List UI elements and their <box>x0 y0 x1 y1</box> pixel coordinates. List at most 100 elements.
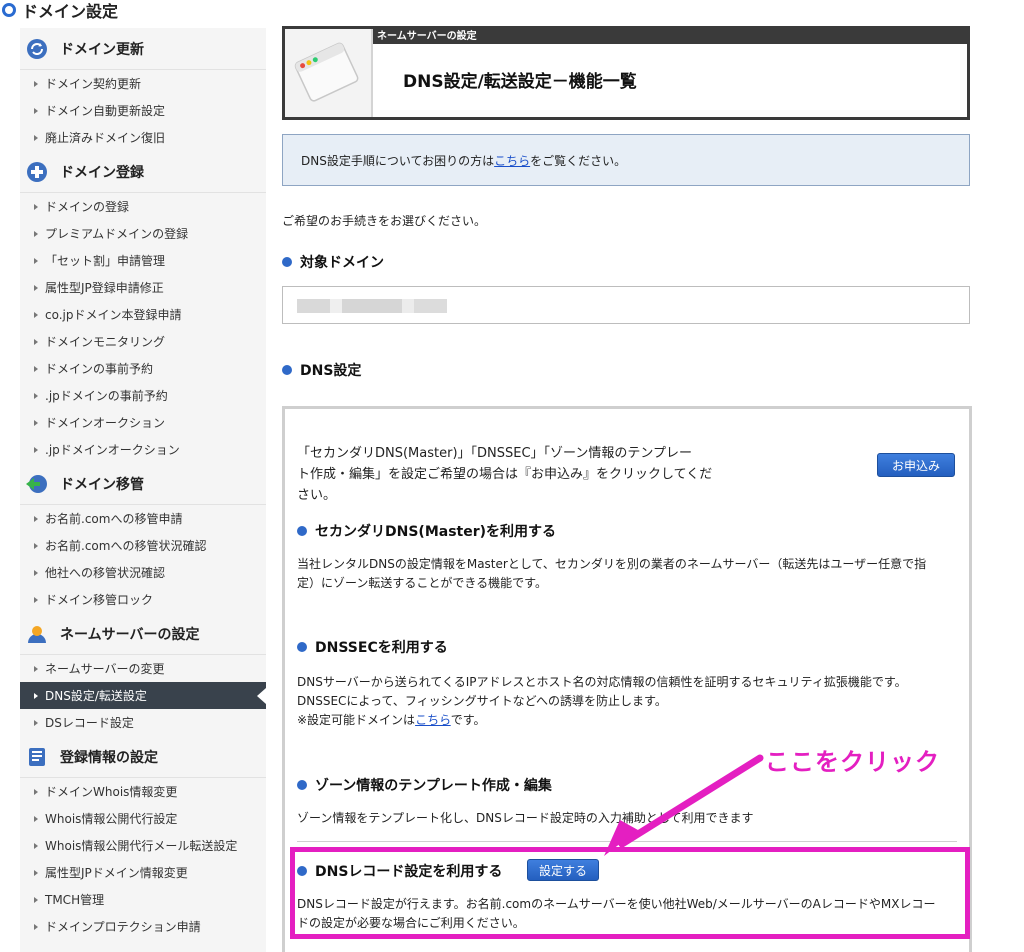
sidebar-item-ds-record[interactable]: DSレコード設定 <box>20 709 266 736</box>
title-box: ネームサーバーの設定 DNS設定/転送設定－機能一覧 <box>282 26 970 120</box>
sidebar-item-whois-change[interactable]: ドメインWhois情報変更 <box>20 778 266 805</box>
tab-label: ネームサーバーの設定 <box>377 31 477 42</box>
sidebar-item-label: ドメイン移管ロック <box>45 593 154 607</box>
sidebar-item-auction[interactable]: ドメインオークション <box>20 409 266 436</box>
sidebar-section-nameserver[interactable]: ネームサーバーの設定 <box>20 613 266 655</box>
dnssec-domains-link[interactable]: こちら <box>415 713 451 727</box>
sidebar-section-renew[interactable]: ドメイン更新 <box>20 28 266 70</box>
triangle-right-icon <box>34 134 38 141</box>
main-title: DNS設定/転送設定－機能一覧 <box>403 72 637 92</box>
sidebar-item-pre-reserve[interactable]: ドメインの事前予約 <box>20 355 266 382</box>
secondary-dns-heading: セカンダリDNS(Master)を利用する <box>297 521 556 541</box>
triangle-right-icon <box>34 788 38 795</box>
renew-arrows-icon <box>27 38 47 59</box>
sidebar-item-tmch[interactable]: TMCH管理 <box>20 886 266 913</box>
sidebar-item-auto-renew[interactable]: ドメイン自動更新設定 <box>20 97 266 124</box>
dns-intro: 「セカンダリDNS(Master)」「DNSSEC」「ゾーン情報のテンプレー ト… <box>297 443 712 506</box>
sidebar-item-dns-transfer[interactable]: DNS設定/転送設定 <box>20 682 266 709</box>
apply-button[interactable]: お申込み <box>877 453 955 477</box>
sidebar-item-label: .jpドメインオークション <box>45 443 180 457</box>
sidebar-item-contract-renew[interactable]: ドメイン契約更新 <box>20 70 266 97</box>
plus-circle-icon <box>27 161 47 182</box>
sidebar-item-label: ドメインプロテクション申請 <box>45 920 201 934</box>
sidebar-item-label: 廃止済みドメイン復旧 <box>45 131 166 145</box>
highlight-box <box>290 847 970 939</box>
help-link[interactable]: こちら <box>494 152 530 169</box>
sidebar-item-label: Whois情報公開代行メール転送設定 <box>45 839 238 853</box>
triangle-right-icon <box>34 446 38 453</box>
sidebar-item-jp-fix[interactable]: 属性型JP登録申請修正 <box>20 274 266 301</box>
sidebar-item-cojp[interactable]: co.jpドメイン本登録申請 <box>20 301 266 328</box>
sidebar-item-jp-pre-reserve[interactable]: .jpドメインの事前予約 <box>20 382 266 409</box>
sidebar-item-label: ドメインオークション <box>45 416 166 430</box>
sidebar-item-set-discount[interactable]: 「セット割」申請管理 <box>20 247 266 274</box>
sidebar-section-title: ドメイン更新 <box>60 41 144 58</box>
triangle-right-icon <box>34 596 38 603</box>
sidebar-item-transfer-status[interactable]: お名前.comへの移管状況確認 <box>20 532 266 559</box>
triangle-right-icon <box>34 665 38 672</box>
sidebar-item-domain-register[interactable]: ドメインの登録 <box>20 193 266 220</box>
bullet-dot-icon <box>297 526 307 536</box>
triangle-right-icon <box>34 80 38 87</box>
sidebar-item-label: 属性型JPドメイン情報変更 <box>45 866 188 880</box>
note-text: です。 <box>450 713 486 727</box>
window-graphic-icon <box>294 42 359 102</box>
sidebar-section-title: ドメイン移管 <box>60 476 144 493</box>
sidebar-item-label: DNS設定/転送設定 <box>45 689 147 703</box>
sidebar-item-jp-info[interactable]: 属性型JPドメイン情報変更 <box>20 859 266 886</box>
sidebar-section-title: ネームサーバーの設定 <box>60 626 200 643</box>
dns-heading: DNS設定 <box>282 360 361 380</box>
sidebar-section-transfer[interactable]: ドメイン移管 <box>20 463 266 505</box>
sidebar-section-title: ドメイン登録 <box>60 164 144 181</box>
registry-book-icon <box>29 747 45 766</box>
secondary-dns-desc: 当社レンタルDNSの設定情報をMasterとして、セカンダリを別の業者のネームサ… <box>297 555 926 593</box>
triangle-right-icon <box>34 569 38 576</box>
sidebar-item-label: .jpドメインの事前予約 <box>45 389 168 403</box>
desc-line: 当社レンタルDNSの設定情報をMasterとして、セカンダリを別の業者のネームサ… <box>297 557 927 571</box>
instruction-text: ご希望のお手続きをお選びください。 <box>282 214 487 228</box>
heading-text: セカンダリDNS(Master)を利用する <box>315 524 557 540</box>
dnssec-desc: DNSサーバーから送られてくるIPアドレスとホスト名の対応情報の信頼性を証明する… <box>297 673 907 730</box>
callout-text: ここをクリック <box>765 748 940 776</box>
intro-line: 「セカンダリDNS(Master)」「DNSSEC」「ゾーン情報のテンプレー <box>297 446 693 461</box>
sidebar-item-label: お名前.comへの移管申請 <box>45 512 183 526</box>
sidebar-item-nameserver-change[interactable]: ネームサーバーの変更 <box>20 655 266 682</box>
sidebar-item-other-transfer-status[interactable]: 他社への移管状況確認 <box>20 559 266 586</box>
triangle-right-icon <box>34 515 38 522</box>
page-header: ドメイン設定 <box>0 0 118 21</box>
sidebar-item-monitoring[interactable]: ドメインモニタリング <box>20 328 266 355</box>
sidebar-item-label: ドメインモニタリング <box>45 335 166 349</box>
triangle-right-icon <box>34 719 38 726</box>
sidebar-item-whois-proxy[interactable]: Whois情報公開代行設定 <box>20 805 266 832</box>
sidebar-item-transfer-lock[interactable]: ドメイン移管ロック <box>20 586 266 613</box>
sidebar-item-jp-auction[interactable]: .jpドメインオークション <box>20 436 266 463</box>
sidebar-section-registry[interactable]: 登録情報の設定 <box>20 736 266 778</box>
help-text-after: をご覧ください。 <box>530 153 627 168</box>
intro-line: さい。 <box>297 488 337 503</box>
triangle-right-icon <box>34 896 38 903</box>
sidebar-item-premium[interactable]: プレミアムドメインの登録 <box>20 220 266 247</box>
heading-text: DNSSECを利用する <box>315 640 448 656</box>
sidebar-item-label: ドメイン契約更新 <box>45 77 142 91</box>
person-server-icon <box>28 625 46 643</box>
triangle-right-icon <box>34 311 38 318</box>
sidebar-item-label: 属性型JP登録申請修正 <box>45 281 164 295</box>
sidebar-item-protection[interactable]: ドメインプロテクション申請 <box>20 913 266 940</box>
sidebar-item-restore[interactable]: 廃止済みドメイン復旧 <box>20 124 266 151</box>
redacted-domain-value <box>297 299 447 313</box>
triangle-right-icon <box>34 392 38 399</box>
sidebar-item-label: ドメインの登録 <box>45 200 130 214</box>
target-domain-field <box>282 286 970 324</box>
sidebar-item-transfer-apply[interactable]: お名前.comへの移管申請 <box>20 505 266 532</box>
sidebar-item-label: 他社への移管状況確認 <box>45 566 166 580</box>
sidebar-item-whois-mail[interactable]: Whois情報公開代行メール転送設定 <box>20 832 266 859</box>
sidebar-item-label: ドメイン自動更新設定 <box>45 104 166 118</box>
sidebar-section-register[interactable]: ドメイン登録 <box>20 151 266 193</box>
triangle-right-icon <box>34 815 38 822</box>
sidebar-item-label: 「セット割」申請管理 <box>45 254 166 268</box>
bullet-dot-icon <box>282 257 292 267</box>
intro-line: ト作成・編集」を設定ご希望の場合は『お申込み』をクリックしてくだ <box>297 467 713 482</box>
bullet-dot-icon <box>282 365 292 375</box>
heading-text: DNS設定 <box>300 363 362 379</box>
sidebar: ドメイン更新 ドメイン契約更新 ドメイン自動更新設定 廃止済みドメイン復旧 ドメ… <box>20 28 266 952</box>
